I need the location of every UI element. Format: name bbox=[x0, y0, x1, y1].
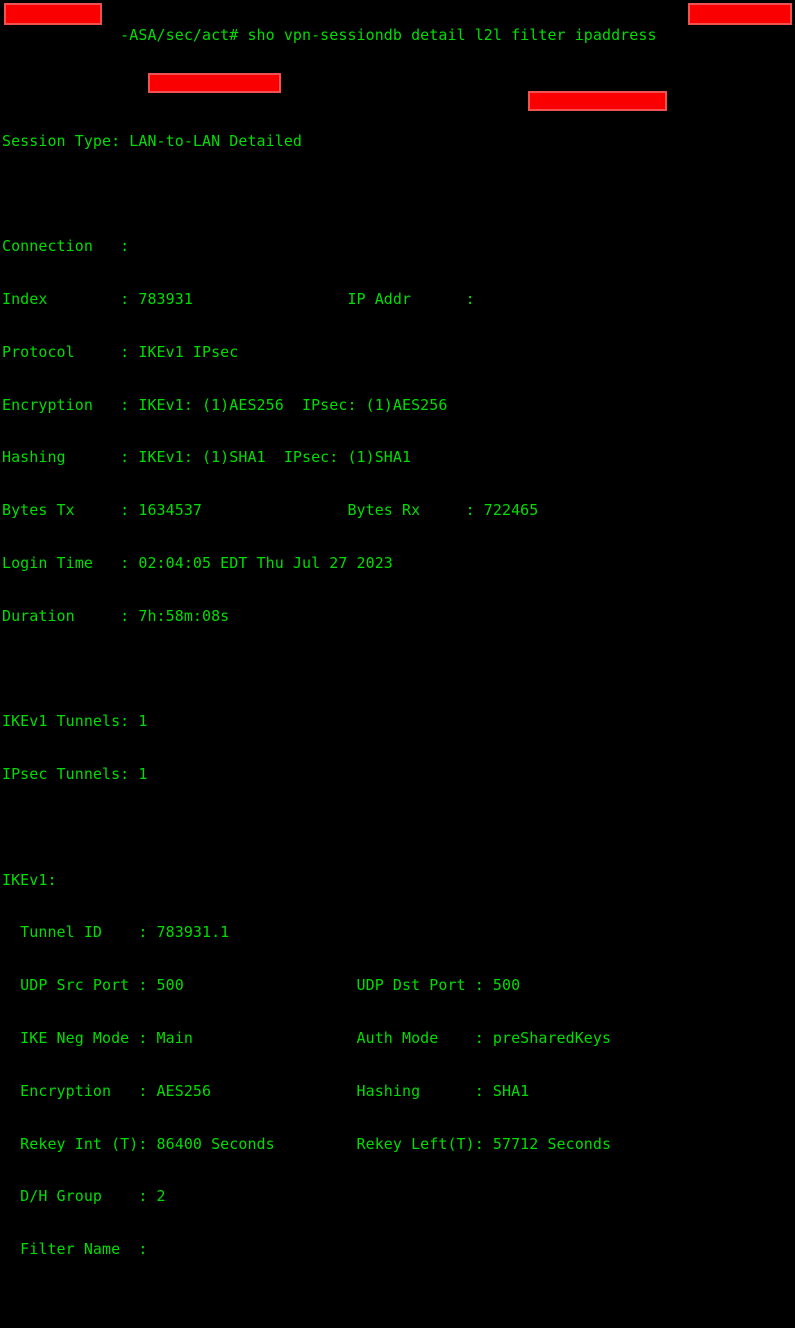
terminal-line-blank-3 bbox=[2, 661, 657, 679]
terminal-line-duration: Duration : 7h:58m:08s bbox=[2, 606, 230, 625]
terminal-line-blank-2 bbox=[2, 186, 657, 204]
terminal-line-ikev1-tunnel-id: Tunnel ID : 783931.1 bbox=[2, 923, 230, 942]
terminal-line-prompt: -ASA/sec/act# sho vpn-sessiondb detail l… bbox=[2, 26, 657, 45]
terminal-line-index: Index : 783931 IP Addr : bbox=[2, 290, 475, 309]
terminal-line-protocol: Protocol : IKEv1 IPsec bbox=[2, 342, 239, 361]
redaction-filter-ip bbox=[688, 3, 792, 25]
terminal-line-hashing: Hashing : IKEv1: (1)SHA1 IPsec: (1)SHA1 bbox=[2, 448, 412, 467]
terminal-line-ikev1-rekey-t: Rekey Int (T): 86400 Seconds Rekey Left(… bbox=[2, 1134, 612, 1153]
terminal-line-ikev1-header: IKEv1: bbox=[2, 870, 57, 889]
terminal-line-session-type: Session Type: LAN-to-LAN Detailed bbox=[2, 131, 302, 150]
redaction-hostname bbox=[4, 3, 102, 25]
terminal-line-connection: Connection : bbox=[2, 237, 130, 256]
terminal-line-ipsec-tunnels: IPsec Tunnels: 1 bbox=[2, 765, 148, 784]
terminal-line-ikev1-encryption: Encryption : AES256 Hashing : SHA1 bbox=[2, 1081, 530, 1100]
terminal-line-ikev1-dh-group: D/H Group : 2 bbox=[2, 1187, 166, 1206]
redaction-connection bbox=[148, 73, 281, 93]
terminal-line-ikev1-udp-ports: UDP Src Port : 500 UDP Dst Port : 500 bbox=[2, 976, 521, 995]
terminal-line-login-time: Login Time : 02:04:05 EDT Thu Jul 27 202… bbox=[2, 554, 393, 572]
terminal-line-blank-5 bbox=[2, 1294, 657, 1312]
terminal-line-ikev1-neg-mode: IKE Neg Mode : Main Auth Mode : preShare… bbox=[2, 1029, 612, 1048]
terminal-window[interactable]: -ASA/sec/act# sho vpn-sessiondb detail l… bbox=[0, 0, 795, 1258]
terminal-line-bytes: Bytes Tx : 1634537 Bytes Rx : 722465 bbox=[2, 501, 539, 520]
terminal-text-buffer: -ASA/sec/act# sho vpn-sessiondb detail l… bbox=[2, 0, 657, 1328]
redaction-ip-addr bbox=[528, 91, 667, 111]
terminal-line-ikev1-filter-name: Filter Name : bbox=[2, 1240, 148, 1259]
terminal-line-encryption: Encryption : IKEv1: (1)AES256 IPsec: (1)… bbox=[2, 395, 448, 414]
terminal-line-blank-4 bbox=[2, 819, 657, 837]
terminal-line-ikev1-tunnels: IKEv1 Tunnels: 1 bbox=[2, 712, 148, 731]
